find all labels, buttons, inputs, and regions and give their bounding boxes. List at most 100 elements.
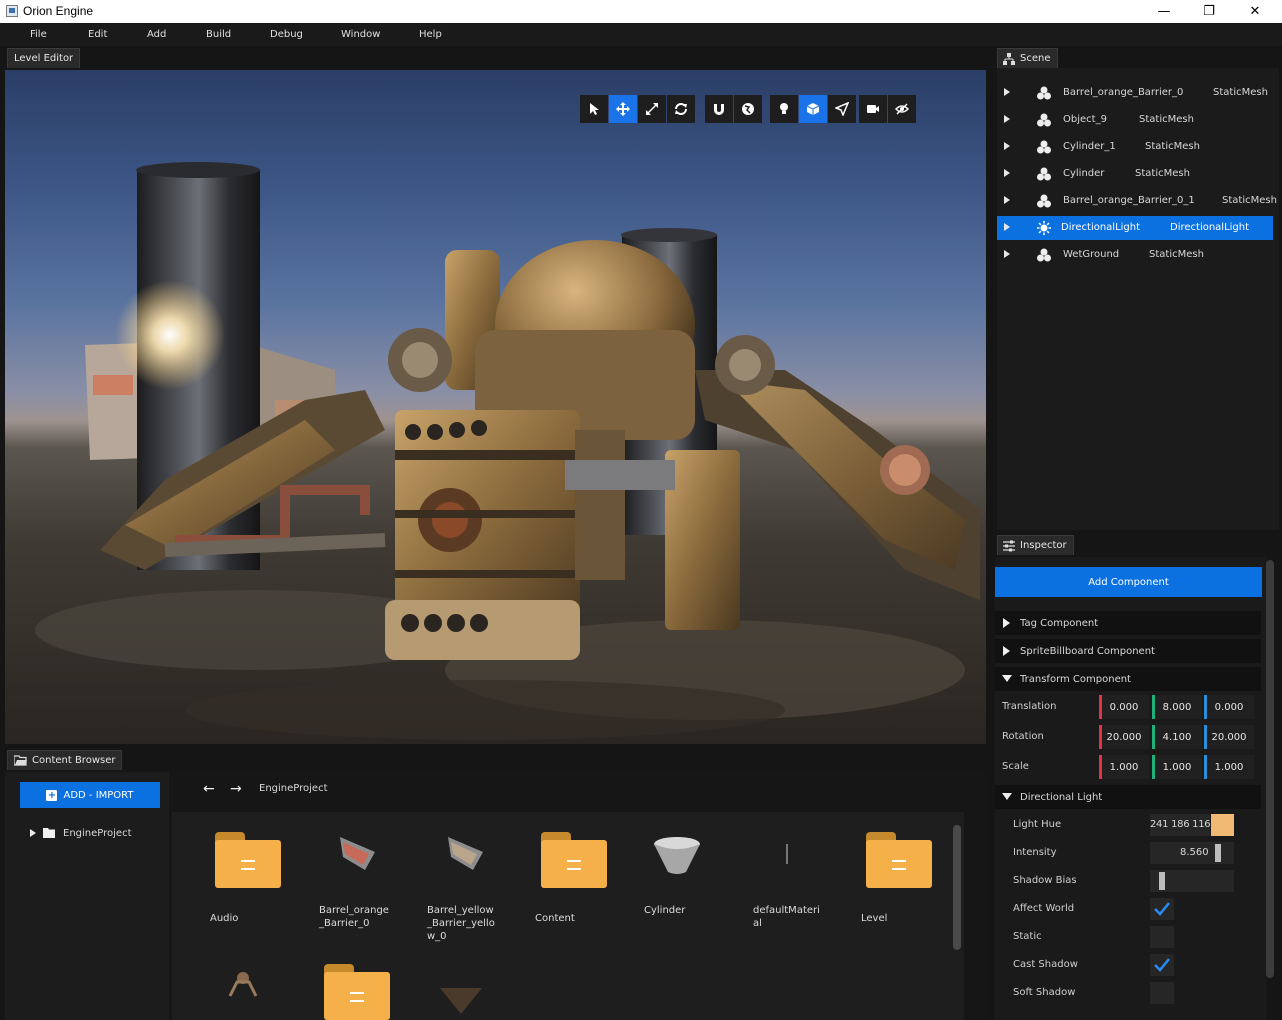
collapsed-arrow-icon — [1003, 618, 1010, 628]
mesh-thumbnail-icon[interactable] — [335, 832, 380, 872]
scene-item[interactable]: Cylinder_1 StaticMesh — [997, 135, 1273, 159]
translation-x-field[interactable]: 0.000 — [1099, 695, 1149, 719]
affect-world-label: Affect World — [1013, 903, 1075, 914]
expand-arrow-icon[interactable] — [1004, 115, 1010, 123]
menu-build[interactable]: Build — [206, 29, 231, 40]
light-hue-swatch[interactable] — [1211, 814, 1234, 836]
shadow-bias-slider[interactable] — [1150, 870, 1234, 892]
gizmo-space-button[interactable] — [734, 95, 762, 123]
scene-item-selected[interactable]: DirectionalLight DirectionalLight — [997, 216, 1273, 240]
scene-item-name: Barrel_orange_Barrier_0_1 — [1063, 195, 1195, 206]
light-visibility-button[interactable] — [770, 95, 798, 123]
affect-world-checkbox[interactable] — [1150, 898, 1174, 920]
minimize-button[interactable]: — — [1141, 0, 1187, 23]
expand-arrow-icon[interactable] — [1004, 142, 1010, 150]
add-import-button[interactable]: + ADD - IMPORT — [20, 782, 160, 808]
mesh-icon — [1037, 167, 1051, 181]
navigation-button[interactable] — [828, 95, 856, 123]
shadow-bias-slider-handle[interactable] — [1159, 872, 1165, 890]
expand-arrow-icon[interactable] — [1004, 196, 1010, 204]
scale-tool-button[interactable] — [638, 95, 666, 123]
app-icon — [6, 5, 18, 17]
expand-arrow-icon[interactable] — [1004, 169, 1010, 177]
expand-arrow-icon[interactable] — [1004, 250, 1010, 258]
tab-content-browser[interactable]: Content Browser — [7, 750, 123, 770]
folder-icon — [43, 828, 55, 838]
inspector-scrollbar[interactable] — [1266, 560, 1274, 978]
level-viewport[interactable] — [5, 70, 986, 744]
breadcrumb[interactable]: EngineProject — [259, 783, 328, 794]
cone-thumbnail-icon[interactable] — [440, 988, 482, 1014]
globe-icon — [742, 103, 754, 115]
soft-shadow-checkbox[interactable] — [1150, 982, 1174, 1004]
tree-item-engineproject[interactable]: EngineProject — [63, 828, 132, 839]
robot-thumbnail-icon[interactable] — [225, 968, 260, 1000]
expand-arrow-icon[interactable] — [1004, 223, 1010, 231]
z-axis-marker — [1204, 755, 1207, 779]
spritebillboard-component-header[interactable]: SpriteBillboard Component — [995, 639, 1261, 663]
mesh-visibility-button[interactable] — [799, 95, 827, 123]
add-component-button[interactable]: Add Component — [995, 567, 1262, 597]
scene-item-name: Barrel_orange_Barrier_0 — [1063, 87, 1184, 98]
transform-component-header[interactable]: Transform Component — [995, 667, 1261, 691]
scene-item[interactable]: Barrel_orange_Barrier_0 StaticMesh — [997, 81, 1273, 105]
scene-item[interactable]: Barrel_orange_Barrier_0_1 StaticMesh — [997, 189, 1277, 213]
forward-arrow-icon[interactable]: → — [230, 781, 242, 797]
z-axis-marker — [1204, 695, 1207, 719]
scale-x-field[interactable]: 1.000 — [1099, 755, 1149, 779]
menu-file[interactable]: File — [30, 29, 47, 40]
menu-help[interactable]: Help — [419, 29, 442, 40]
menu-window[interactable]: Window — [341, 29, 380, 40]
scene-item-name: Cylinder_1 — [1063, 141, 1116, 152]
scale-y-value: 1.000 — [1162, 761, 1192, 773]
scale-z-field[interactable]: 1.000 — [1204, 755, 1254, 779]
cast-shadow-checkbox[interactable] — [1150, 954, 1174, 976]
asset-folder-content[interactable] — [541, 832, 607, 888]
menu-edit[interactable]: Edit — [88, 29, 107, 40]
scene-item[interactable]: Object_9 StaticMesh — [997, 108, 1273, 132]
menu-add[interactable]: Add — [147, 29, 166, 40]
asset-folder-audio[interactable] — [215, 832, 281, 888]
intensity-slider[interactable]: 8.560 — [1150, 842, 1234, 864]
scene-item[interactable]: WetGround StaticMesh — [997, 243, 1273, 267]
cylinder-thumbnail-icon[interactable] — [652, 836, 702, 876]
scene-item[interactable]: Cylinder StaticMesh — [997, 162, 1273, 186]
light-hue-field[interactable]: 241 186 116 — [1150, 814, 1210, 836]
tab-scene[interactable]: Scene — [997, 48, 1058, 68]
asset-folder[interactable] — [324, 964, 390, 1020]
translation-x-value: 0.000 — [1109, 701, 1139, 713]
static-checkbox[interactable] — [1150, 926, 1174, 948]
camera-button[interactable] — [859, 95, 887, 123]
scene-item-name: DirectionalLight — [1061, 222, 1141, 233]
hide-overlays-button[interactable] — [888, 95, 916, 123]
rotate-tool-button[interactable] — [667, 95, 695, 123]
move-tool-button[interactable] — [609, 95, 637, 123]
rotation-y-field[interactable]: 4.100 — [1152, 725, 1202, 749]
menu-debug[interactable]: Debug — [270, 29, 303, 40]
translation-y-field[interactable]: 8.000 — [1152, 695, 1202, 719]
scene-render — [35, 162, 980, 740]
asset-folder-level[interactable] — [866, 832, 932, 888]
directional-light-header[interactable]: Directional Light — [995, 785, 1261, 809]
scale-y-field[interactable]: 1.000 — [1152, 755, 1202, 779]
tree-expand-arrow-icon[interactable] — [30, 829, 36, 837]
tab-level-editor[interactable]: Level Editor — [7, 48, 81, 68]
mesh-thumbnail-icon[interactable] — [443, 832, 488, 872]
title-bar: Orion Engine — ❐ ✕ — [0, 0, 1282, 23]
translation-z-field[interactable]: 0.000 — [1204, 695, 1254, 719]
select-tool-button[interactable] — [580, 95, 608, 123]
expand-arrow-icon[interactable] — [1004, 88, 1010, 96]
snap-toggle-button[interactable] — [705, 95, 733, 123]
video-camera-icon — [867, 105, 879, 113]
close-button[interactable]: ✕ — [1232, 0, 1278, 23]
rotation-z-field[interactable]: 20.000 — [1204, 725, 1254, 749]
back-arrow-icon[interactable]: ← — [203, 781, 215, 797]
tab-inspector[interactable]: Inspector — [997, 535, 1074, 555]
intensity-slider-handle[interactable] — [1215, 844, 1221, 862]
tag-component-header[interactable]: Tag Component — [995, 611, 1261, 635]
rotation-x-field[interactable]: 20.000 — [1099, 725, 1149, 749]
material-thumbnail-icon[interactable] — [786, 844, 788, 864]
scene-item-type: StaticMesh — [1135, 168, 1190, 179]
content-scrollbar[interactable] — [953, 825, 961, 950]
maximize-button[interactable]: ❐ — [1186, 0, 1232, 23]
